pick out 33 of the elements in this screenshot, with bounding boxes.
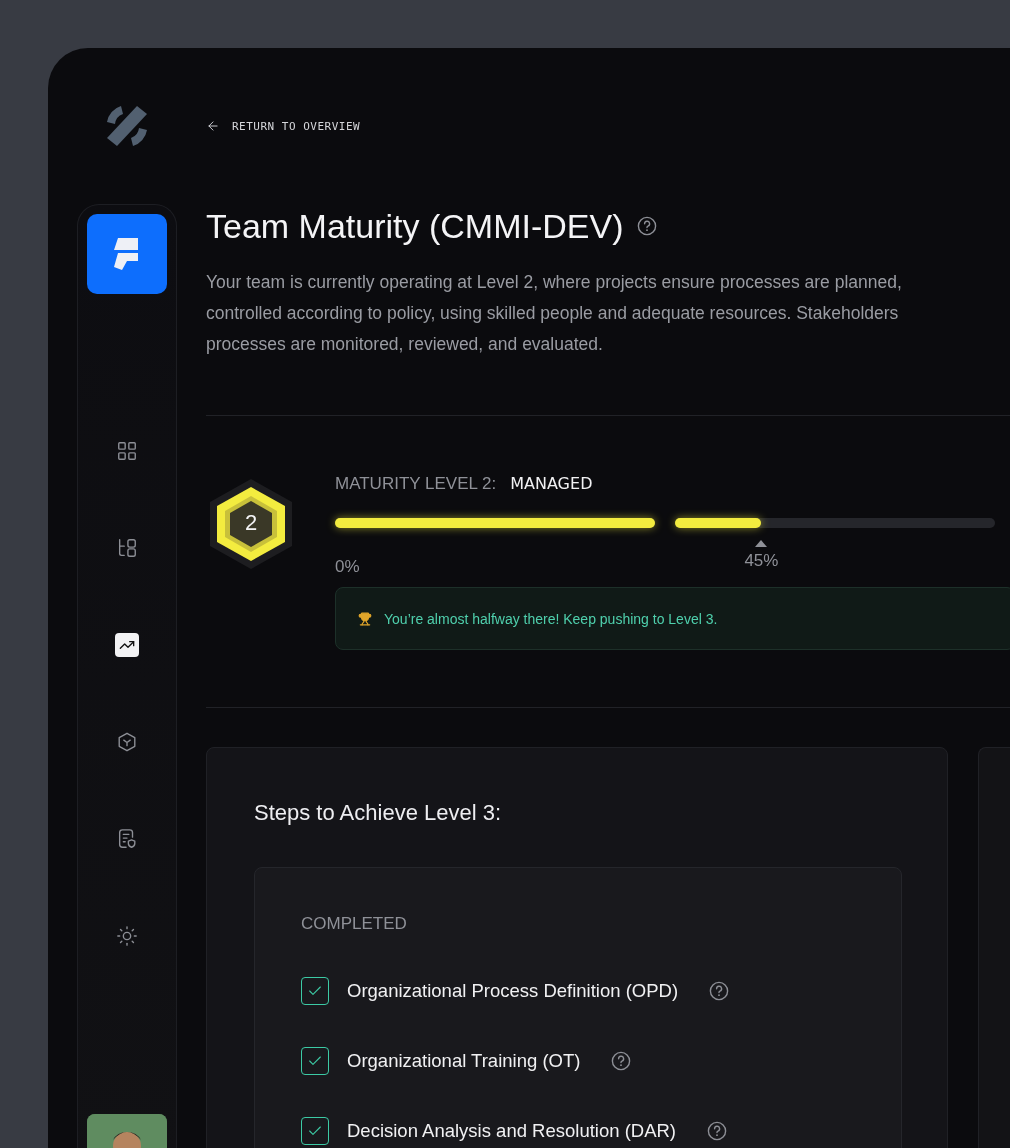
level-name: MANAGED	[510, 474, 593, 494]
checkbox[interactable]	[301, 1047, 329, 1075]
help-icon[interactable]	[707, 1121, 728, 1141]
document-shield-icon	[116, 828, 138, 850]
checkbox[interactable]	[301, 977, 329, 1005]
group-heading: COMPLETED	[301, 914, 408, 934]
sun-icon	[116, 925, 138, 947]
arrow-left-icon	[206, 119, 220, 133]
marker-icon	[755, 540, 768, 547]
brand-tile[interactable]	[87, 214, 167, 294]
nav-button[interactable]	[115, 924, 139, 948]
hierarchy-icon	[116, 537, 138, 559]
return-link[interactable]: RETURN TO OVERVIEW	[206, 119, 361, 133]
cube-icon	[116, 731, 138, 753]
checkbox[interactable]	[301, 1117, 329, 1145]
help-icon[interactable]	[637, 216, 658, 236]
step-label: Organizational Process Definition (OPD)	[347, 980, 679, 1002]
help-icon[interactable]	[709, 981, 730, 1001]
nav-button[interactable]	[115, 633, 139, 657]
page-title: Team Maturity (CMMI-DEV)	[206, 206, 624, 246]
message-text: You’re almost halfway there! Keep pushing to Level 3.	[384, 610, 718, 627]
grid-icon	[116, 440, 138, 462]
trophy-icon	[358, 611, 372, 626]
card-title: Steps to Achieve Level 3:	[254, 800, 503, 826]
step-label: Decision Analysis and Resolution (DAR)	[347, 1120, 677, 1142]
level-label: MATURITY LEVEL 2:	[335, 474, 497, 494]
description: Your team is currently operating at Level 2, where projects ensure processes are planned, controlled according to policy, using skilled people and adequate resources. Stakeholders processes are monitored, reviewed, and evaluated.	[206, 271, 903, 356]
brand-logo-icon	[113, 237, 141, 271]
nav-button[interactable]	[115, 439, 139, 463]
help-icon[interactable]	[611, 1051, 632, 1071]
step-label: Organizational Training (OT)	[347, 1050, 581, 1072]
progress-value: 45%	[744, 551, 779, 571]
start-label: 0%	[335, 557, 360, 577]
